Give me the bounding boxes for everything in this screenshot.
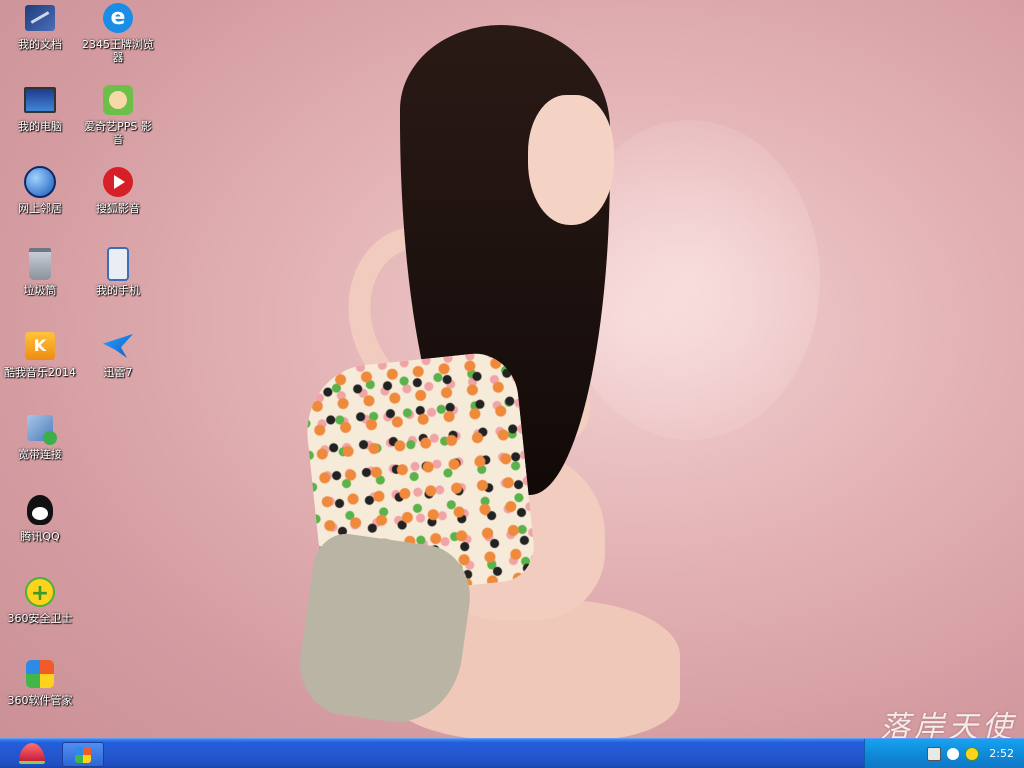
desktop-icon-recycle-bin[interactable]: 垃圾筒	[0, 248, 80, 297]
desktop-icon-label: 2345王牌浏览器	[82, 38, 154, 64]
desktop-icon-label: 腾讯QQ	[20, 530, 60, 543]
desktop-icon-my-computer[interactable]: 我的电脑	[0, 84, 80, 133]
desktop-icon-label: 搜狐影音	[96, 202, 140, 215]
360-tray-icon[interactable]	[965, 746, 980, 761]
desktop-icon-label: 360软件管家	[7, 694, 73, 707]
desktop-icon-label: 宽带连接	[18, 448, 62, 461]
network-places-icon	[24, 166, 56, 198]
desktop-icon-my-phone[interactable]: 我的手机	[78, 247, 158, 297]
desktop-icon-sohu-video[interactable]: 搜狐影音	[78, 166, 158, 215]
desktop-icon-label: 迅雷7	[103, 366, 133, 379]
desktop-icon-iqiyi-pps[interactable]: 爱奇艺PPS 影音	[78, 84, 158, 146]
clock[interactable]: 2:52	[989, 747, 1014, 760]
browser-2345-icon: e	[103, 3, 133, 33]
recycle-bin-icon	[29, 248, 51, 280]
desktop-icon-label: 爱奇艺PPS 影音	[84, 120, 152, 146]
system-tray: 2:52	[864, 739, 1024, 768]
desktop-icon-360-software-manager[interactable]: 360软件管家	[0, 658, 80, 707]
kuwo-music-icon: K	[25, 332, 55, 360]
desktop-icon-label: 垃圾筒	[23, 284, 57, 297]
desktop-icon-network-places[interactable]: 网上邻居	[0, 166, 80, 215]
sohu-video-icon	[103, 167, 133, 197]
desktop-icon-broadband-connection[interactable]: 宽带连接	[0, 412, 80, 461]
my-phone-icon	[107, 247, 129, 281]
desktop-icon-label: 我的文档	[18, 38, 62, 51]
desktop-icon-label: 360安全卫士	[7, 612, 73, 625]
desktop-icon-label: 网上邻居	[18, 202, 62, 215]
start-button[interactable]	[8, 741, 56, 766]
desktop-icon-qq[interactable]: 腾讯QQ	[0, 494, 80, 543]
xunlei-icon	[103, 334, 133, 358]
360-software-manager-icon	[26, 660, 54, 688]
360-safe-icon: +	[25, 577, 55, 607]
iqiyi-pps-icon	[103, 85, 133, 115]
taskbar-item-360-software-manager[interactable]	[62, 742, 104, 767]
desktop-icon-label: 我的手机	[96, 284, 140, 297]
desktop-icon-label: 酷我音乐2014	[4, 366, 76, 379]
taskbar: 2:52	[0, 738, 1024, 768]
360-software-manager-icon	[75, 746, 91, 763]
desktop-icon-xunlei[interactable]: 迅雷7	[78, 330, 158, 379]
desktop-icon-label: 我的电脑	[18, 120, 62, 133]
desktop: 我的文档 我的电脑 网上邻居 垃圾筒 K 酷我音乐2014 宽带连接 腾讯QQ …	[0, 0, 1024, 768]
my-documents-icon	[25, 5, 55, 31]
my-computer-icon	[24, 87, 56, 113]
desktop-icon-360-safe[interactable]: + 360安全卫士	[0, 576, 80, 625]
ime-icon[interactable]	[947, 747, 960, 760]
qq-icon	[27, 495, 53, 525]
wallpaper-figure-face	[528, 95, 614, 225]
desktop-icon-kuwo-music[interactable]: K 酷我音乐2014	[0, 330, 80, 379]
watermelon-start-icon	[19, 743, 45, 764]
desktop-icon-2345-browser[interactable]: e 2345王牌浏览器	[78, 2, 158, 64]
broadband-connection-icon	[27, 415, 57, 445]
desktop-icon-my-documents[interactable]: 我的文档	[0, 2, 80, 51]
keyboard-icon[interactable]	[927, 746, 942, 761]
